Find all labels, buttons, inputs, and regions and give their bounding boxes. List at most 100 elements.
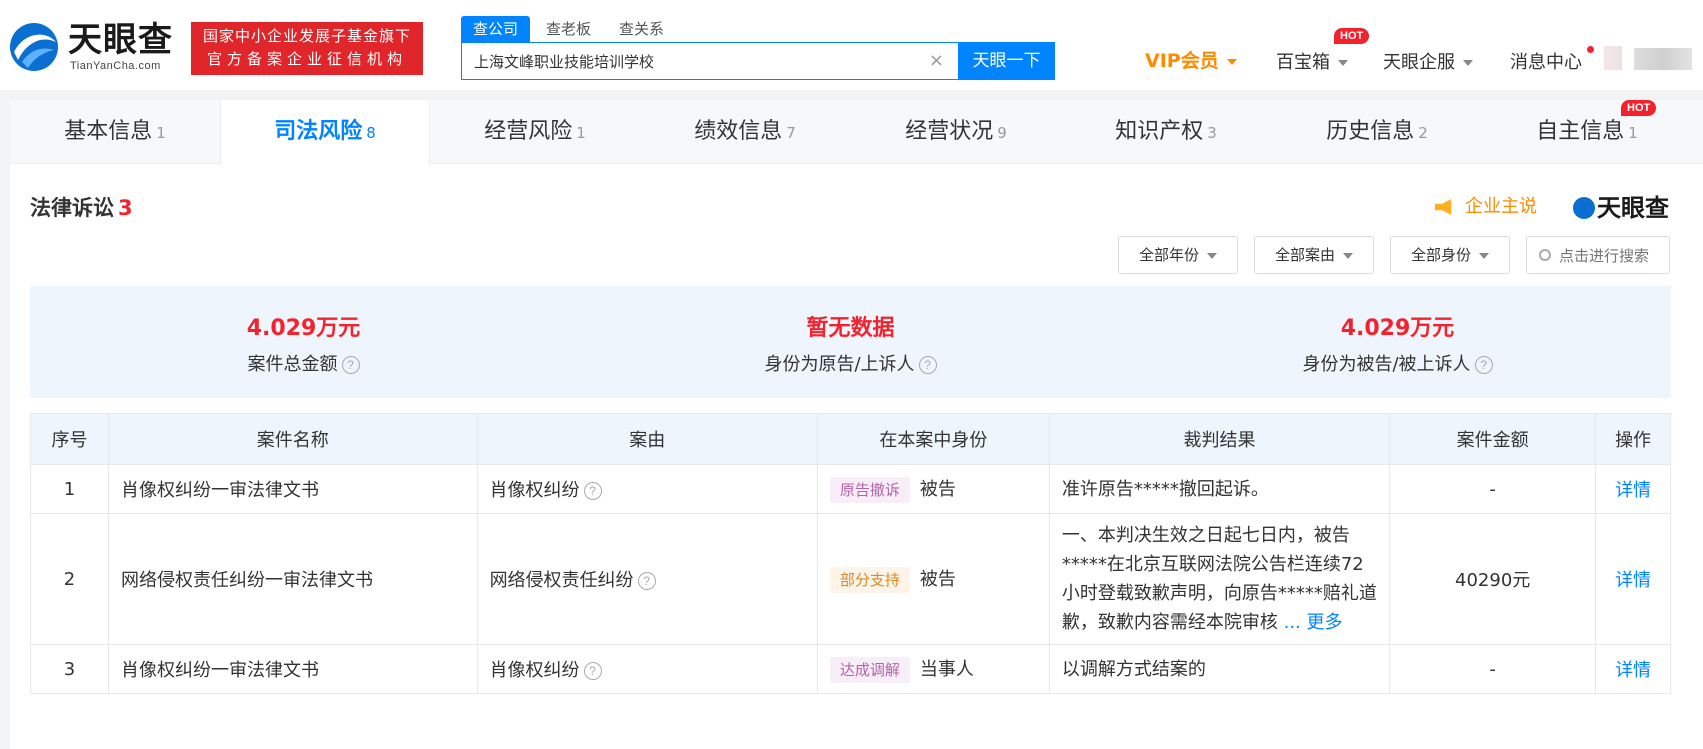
cell-no: 2: [29, 513, 110, 645]
cell-name[interactable]: 肖像权纠纷一审法律文书: [108, 464, 478, 514]
tab-count: 1: [1628, 124, 1638, 142]
clear-icon[interactable]: ×: [929, 50, 944, 71]
cell-amount: -: [1389, 644, 1597, 694]
tianyancha-watermark: 天眼查: [1573, 188, 1669, 223]
table-header-row: 序号 案件名称 案由 在本案中身份 裁判结果 案件金额 操作: [29, 413, 1671, 465]
tab-basic-info[interactable]: 基本信息 1: [10, 100, 220, 164]
table-row: 2 网络侵权责任纠纷一审法律文书 网络侵权责任纠纷? 部分支持 被告 一、本判决生…: [29, 513, 1671, 645]
stat-plaintiff: 暂无数据 身份为原告/上诉人?: [577, 286, 1124, 398]
help-icon[interactable]: ?: [918, 356, 937, 374]
tab-label: 历史信息: [1326, 119, 1415, 144]
filter-year-label: 全部年份: [1138, 246, 1199, 264]
detail-link[interactable]: 详情: [1615, 660, 1651, 681]
table-row: 1 肖像权纠纷一审法律文书 肖像权纠纷? 原告撤诉 被告 准许原告*****撤回起…: [29, 464, 1671, 514]
chevron-down-icon: [1226, 58, 1237, 65]
top-header: 天眼查 TianYanCha.com 国家中小企业发展子基金旗下 官方备案企业征…: [0, 0, 1703, 90]
more-link[interactable]: ... 更多: [1284, 612, 1343, 633]
vip-label: VIP会员: [1145, 50, 1219, 72]
cell-amount: 40290元: [1389, 513, 1597, 645]
nav-toolbox[interactable]: 百宝箱: [1276, 48, 1348, 74]
badge-line1: 国家中小企业发展子基金旗下: [202, 27, 411, 45]
speaker-icon: [1435, 199, 1452, 215]
filter-year[interactable]: 全部年份: [1118, 236, 1238, 274]
section-title: 法律诉讼 3: [30, 192, 133, 222]
brand-domain: TianYanCha.com: [70, 60, 161, 72]
tab-count: 9: [997, 124, 1007, 142]
nav-messages[interactable]: 消息中心: [1510, 48, 1582, 74]
nav-services-label: 天眼企服: [1383, 52, 1455, 73]
stat-value: 暂无数据: [806, 316, 895, 341]
cell-result: 一、本判决生效之日起七日内，被告*****在北京互联网法院公告栏连续72小时登载…: [1048, 513, 1391, 645]
cell-amount: -: [1389, 464, 1597, 514]
filter-role[interactable]: 全部身份: [1390, 236, 1510, 274]
detail-link[interactable]: 详情: [1615, 480, 1651, 501]
help-icon[interactable]: ?: [1474, 356, 1493, 374]
tab-ip[interactable]: 知识产权 3: [1061, 100, 1271, 164]
cell-name[interactable]: 肖像权纠纷一审法律文书: [108, 644, 478, 694]
chevron-down-icon: [1207, 252, 1217, 259]
th-cause: 案由: [476, 413, 818, 465]
th-amount: 案件金额: [1389, 413, 1597, 465]
filter-cause[interactable]: 全部案由: [1254, 236, 1374, 274]
th-role: 在本案中身份: [816, 413, 1050, 465]
cell-result: 准许原告*****撤回起诉。: [1048, 464, 1391, 514]
tab-history[interactable]: 历史信息 2: [1272, 100, 1482, 164]
chevron-down-icon: [1338, 60, 1348, 66]
tab-count: 1: [576, 124, 586, 142]
search-input[interactable]: [474, 51, 914, 71]
nav-services[interactable]: 天眼企服: [1383, 48, 1473, 74]
tab-judicial-risk[interactable]: 司法风险 8: [220, 100, 430, 165]
detail-link[interactable]: 详情: [1615, 570, 1651, 591]
tab-count: 1: [156, 124, 166, 142]
filter-role-label: 全部身份: [1410, 246, 1471, 264]
tab-count: 2: [1418, 124, 1428, 142]
tab-label: 经营风险: [484, 119, 573, 144]
tab-performance[interactable]: 绩效信息 7: [640, 100, 850, 164]
search-box: ×: [461, 42, 959, 80]
cell-role: 部分支持 被告: [816, 513, 1050, 645]
user-name-blurred[interactable]: [1634, 48, 1692, 70]
tab-self-info[interactable]: 自主信息 1: [1482, 100, 1692, 164]
main-tabs: 基本信息 1 司法风险 8 经营风险 1 绩效信息 7 经营状况 9 知识产权 3 历史信息…: [10, 100, 1703, 165]
cell-role: 原告撤诉 被告: [816, 464, 1050, 514]
cell-role: 达成调解 当事人: [816, 644, 1050, 694]
hot-badge: HOT: [1621, 100, 1657, 116]
vip-menu[interactable]: VIP会员: [1145, 46, 1237, 73]
filter-search-input[interactable]: [1559, 246, 1667, 266]
avatar[interactable]: [1604, 46, 1622, 70]
search-tab-relation[interactable]: 查关系: [607, 16, 676, 42]
cell-name[interactable]: 网络侵权责任纠纷一审法律文书: [108, 513, 478, 645]
chevron-down-icon: [1463, 60, 1473, 66]
chevron-down-icon: [1479, 252, 1489, 259]
section-title-text: 法律诉讼: [30, 196, 114, 220]
cell-action: 详情: [1595, 513, 1671, 645]
help-icon[interactable]: ?: [583, 662, 602, 680]
tianyancha-logo-icon: [10, 23, 58, 71]
cell-cause: 肖像权纠纷?: [476, 644, 818, 694]
stat-label: 身份为被告/被上诉人: [1302, 354, 1471, 375]
help-icon[interactable]: ?: [637, 572, 656, 590]
role-text: 被告: [919, 569, 956, 590]
tab-business-risk[interactable]: 经营风险 1: [430, 100, 640, 164]
cell-cause: 网络侵权责任纠纷?: [476, 513, 818, 645]
search-tab-boss[interactable]: 查老板: [534, 16, 603, 42]
cause-text: 肖像权纠纷: [489, 660, 580, 681]
watermark-text: 天眼查: [1597, 194, 1669, 222]
stats-panel: 4.029万元 案件总金额? 暂无数据 身份为原告/上诉人? 4.029万元 身…: [30, 286, 1671, 398]
th-action: 操作: [1595, 413, 1671, 465]
logo[interactable]: 天眼查 TianYanCha.com: [8, 20, 178, 76]
search-tab-company[interactable]: 查公司: [461, 16, 531, 42]
tab-label: 经营状况: [905, 119, 994, 144]
enterprise-say-link[interactable]: 企业主说: [1435, 192, 1537, 218]
help-icon[interactable]: ?: [341, 356, 360, 374]
search-button[interactable]: 天眼一下: [958, 42, 1055, 80]
tab-operation[interactable]: 经营状况 9: [851, 100, 1061, 164]
tianyancha-logo-icon: [1573, 197, 1595, 219]
brand-name: 天眼查: [68, 20, 173, 60]
filter-cause-label: 全部案由: [1274, 246, 1335, 264]
status-badge: 部分支持: [829, 567, 910, 593]
help-icon[interactable]: ?: [583, 482, 602, 500]
cell-no: 3: [29, 644, 110, 694]
cell-cause: 肖像权纠纷?: [476, 464, 818, 514]
th-name: 案件名称: [108, 413, 478, 465]
